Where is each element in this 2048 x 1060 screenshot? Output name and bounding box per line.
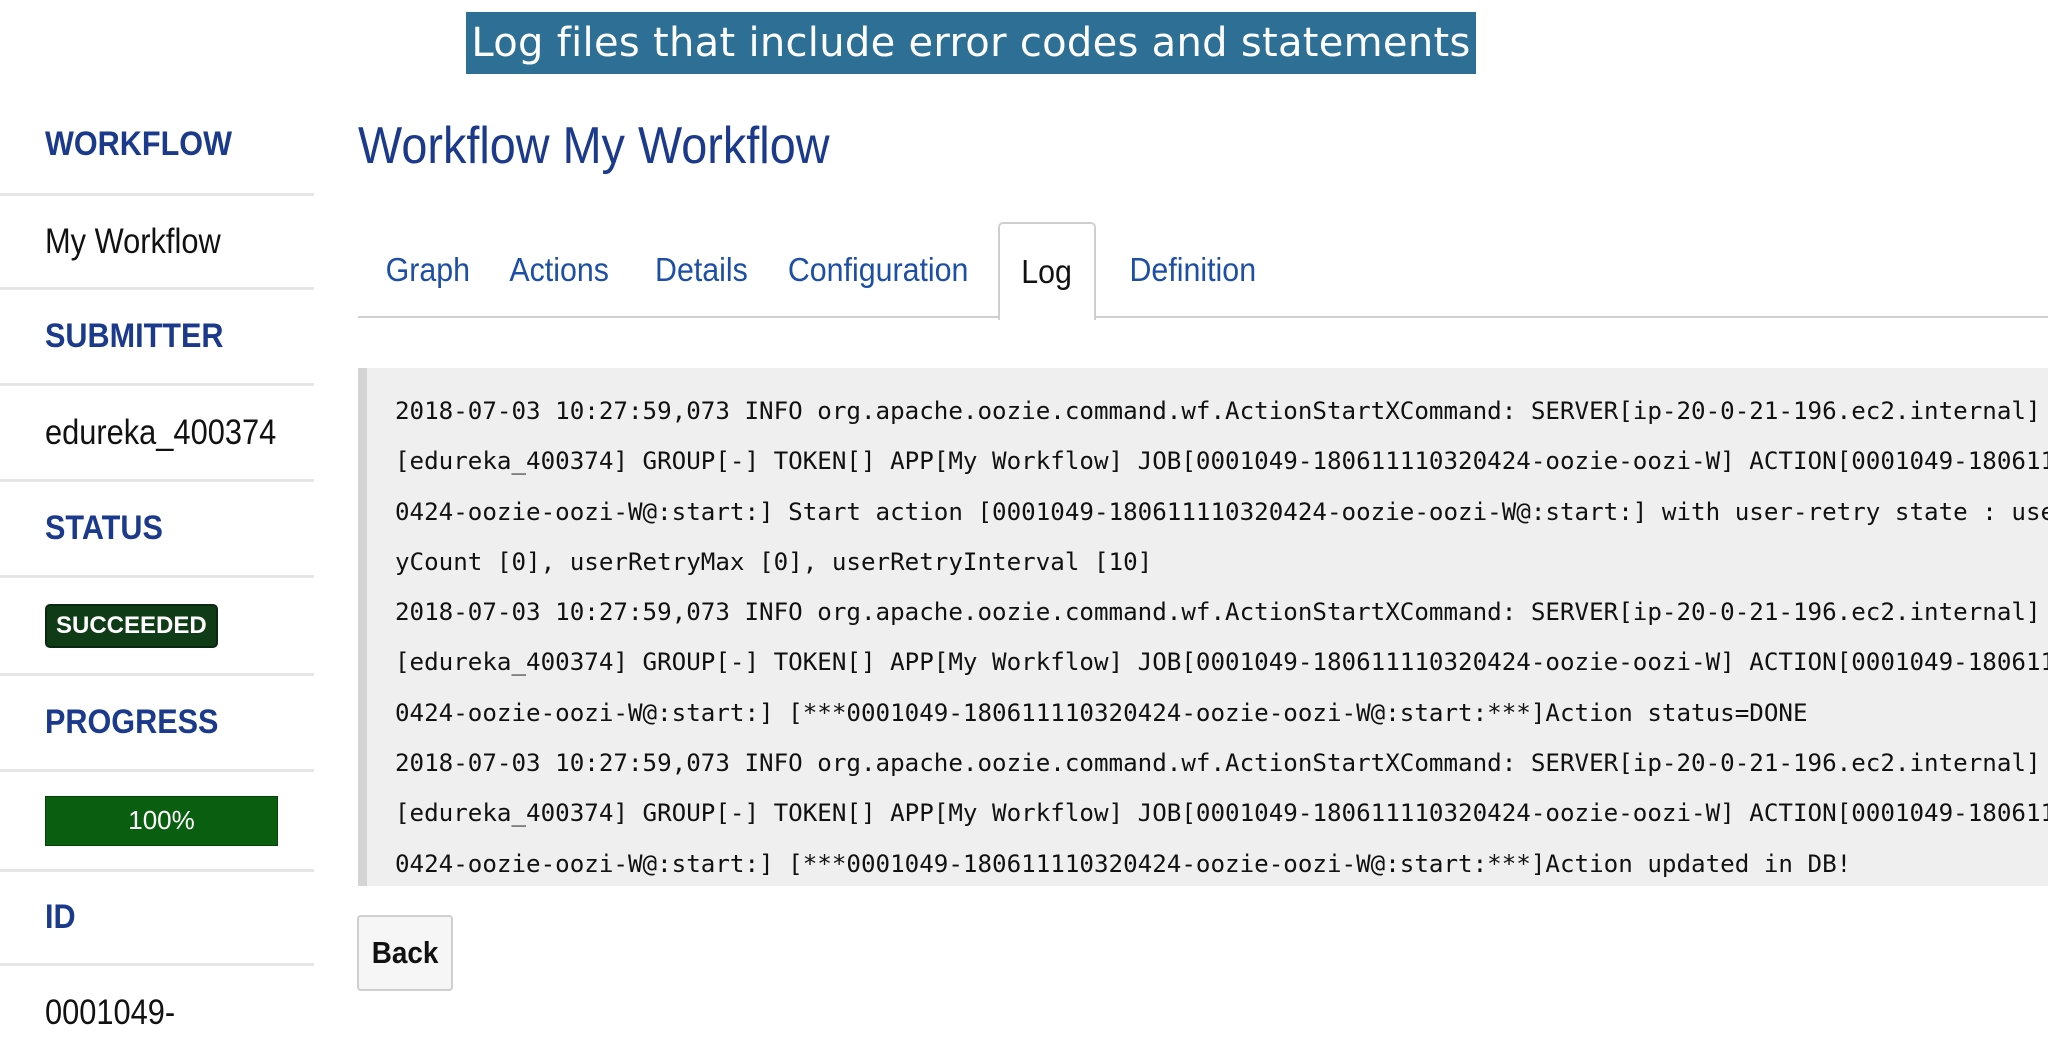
id-value-row: 0001049- — [0, 966, 314, 1060]
progress-heading-row: PROGRESS — [0, 676, 314, 772]
log-line: 2018-07-03 10:27:59,073 INFO org.apache.… — [395, 598, 2048, 627]
progress-text: 100% — [128, 805, 195, 835]
log-output[interactable]: 2018-07-03 10:27:59,073 INFO org.apache.… — [358, 368, 2048, 886]
tab-graph[interactable]: Graph — [378, 222, 478, 318]
log-line: 0424-oozie-oozi-W@:start:] [***0001049-1… — [395, 698, 1808, 727]
status-heading-row: STATUS — [0, 482, 314, 578]
log-line: 0424-oozie-oozi-W@:start:] Start action … — [395, 497, 2048, 526]
progress-value-row: 100% — [0, 772, 314, 872]
tab-details[interactable]: Details — [648, 222, 754, 318]
workflow-value-row: My Workflow — [0, 196, 314, 290]
log-line: 2018-07-03 10:27:59,073 INFO org.apache.… — [395, 397, 2048, 425]
log-line: [edureka_400374] GROUP[-] TOKEN[] APP[My… — [395, 799, 2048, 828]
status-value-row: SUCCEEDED — [0, 578, 314, 676]
caption-banner: Log files that include error codes and s… — [466, 12, 1476, 74]
job-id: 0001049- — [45, 993, 176, 1032]
workflow-name: My Workflow — [45, 221, 221, 261]
status-badge: SUCCEEDED — [45, 603, 218, 648]
tab-bar: Graph Actions Details Configuration Log … — [358, 222, 2048, 320]
log-line: [edureka_400374] GROUP[-] TOKEN[] APP[My… — [395, 648, 2048, 677]
id-label: ID — [45, 898, 76, 936]
log-line: yCount [0], userRetryMax [0], userRetryI… — [395, 547, 1153, 576]
tab-configuration[interactable]: Configuration — [780, 222, 976, 318]
status-label: STATUS — [45, 509, 163, 547]
tab-log[interactable]: Log — [998, 222, 1096, 320]
workflow-label: WORKFLOW — [45, 125, 232, 163]
workflow-heading-row: WORKFLOW — [0, 96, 314, 196]
progress-label: PROGRESS — [45, 703, 219, 741]
submitter-label: SUBMITTER — [45, 317, 224, 355]
progress-bar: 100% — [45, 795, 278, 846]
submitter-name: edureka_400374 — [45, 412, 277, 452]
page-title: Workflow My Workflow — [358, 117, 830, 175]
submitter-heading-row: SUBMITTER — [0, 290, 314, 386]
id-heading-row: ID — [0, 872, 314, 966]
log-line: 2018-07-03 10:27:59,073 INFO org.apache.… — [395, 749, 2048, 778]
tab-actions[interactable]: Actions — [500, 222, 618, 318]
tab-definition[interactable]: Definition — [1118, 222, 1268, 318]
submitter-value-row: edureka_400374 — [0, 386, 314, 482]
back-button[interactable]: Back — [357, 915, 453, 991]
log-line: 0424-oozie-oozi-W@:start:] [***0001049-1… — [395, 849, 1852, 878]
log-line: [edureka_400374] GROUP[-] TOKEN[] APP[My… — [395, 447, 2048, 476]
